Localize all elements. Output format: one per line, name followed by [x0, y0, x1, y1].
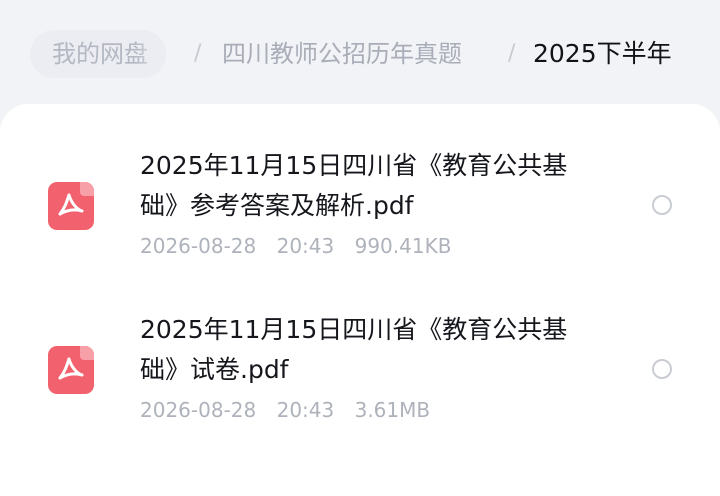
file-list: 2025年11月15日四川省《教育公共基 础》参考答案及解析.pdf 2026-… — [0, 104, 720, 496]
file-name-line-1: 2025年11月15日四川省《教育公共基 — [140, 151, 568, 180]
file-name[interactable]: 2025年11月15日四川省《教育公共基 础》试卷.pdf — [140, 310, 620, 390]
breadcrumb: 我的网盘 / 四川教师公招历年真题 / 2025下半年 — [0, 24, 720, 84]
breadcrumb-separator: / — [194, 41, 202, 66]
file-date: 2026-08-28 — [140, 398, 257, 422]
breadcrumb-current-folder: 2025下半年 — [533, 39, 672, 68]
file-time: 20:43 — [276, 234, 335, 258]
pdf-icon — [48, 346, 94, 394]
file-name-line-1: 2025年11月15日四川省《教育公共基 — [140, 315, 568, 344]
breadcrumb-folder-sichuan-exams[interactable]: 四川教师公招历年真题 — [222, 30, 462, 78]
file-name-line-2: 础》参考答案及解析.pdf — [140, 191, 414, 220]
pdf-acrobat-glyph — [58, 357, 84, 380]
file-size: 3.61MB — [354, 398, 431, 422]
file-time: 20:43 — [276, 398, 335, 422]
breadcrumb-root-label: 我的网盘 — [52, 40, 148, 68]
breadcrumb-separator: / — [508, 41, 516, 66]
file-name-line-2: 础》试卷.pdf — [140, 355, 289, 384]
breadcrumb-fade — [136, 30, 166, 78]
file-date: 2026-08-28 — [140, 234, 257, 258]
pdf-acrobat-glyph — [58, 193, 84, 216]
file-list-item[interactable]: 2025年11月15日四川省《教育公共基 础》试卷.pdf 2026-08-28… — [0, 296, 720, 436]
file-size: 990.41KB — [354, 234, 452, 258]
file-list-item[interactable]: 2025年11月15日四川省《教育公共基 础》参考答案及解析.pdf 2026-… — [0, 132, 720, 272]
breadcrumb-root-my-drive[interactable]: 我的网盘 — [30, 30, 166, 78]
file-meta: 2026-08-28 20:43 3.61MB — [140, 398, 444, 422]
select-radio[interactable] — [652, 195, 672, 215]
file-name[interactable]: 2025年11月15日四川省《教育公共基 础》参考答案及解析.pdf — [140, 146, 620, 226]
select-radio[interactable] — [652, 359, 672, 379]
file-meta: 2026-08-28 20:43 990.41KB — [140, 234, 465, 258]
file-browser-page: 我的网盘 / 四川教师公招历年真题 / 2025下半年 2025年11月15日四… — [0, 0, 720, 496]
pdf-icon — [48, 182, 94, 230]
